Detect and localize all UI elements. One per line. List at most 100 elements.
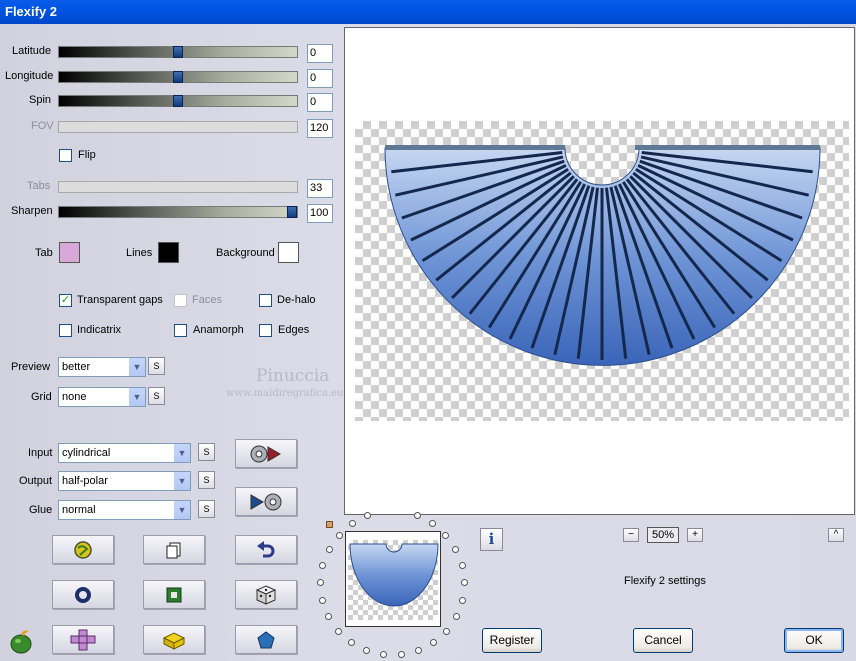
zoom-in-button[interactable]: + [687, 528, 703, 542]
orbit-dot[interactable] [317, 579, 324, 587]
dialog-body: Latitude 0 Longitude 0 Spin 0 FOV 120 Fl… [0, 24, 856, 661]
longitude-slider[interactable] [58, 71, 298, 83]
orbit-dot[interactable] [364, 512, 372, 520]
thumbnail-preview[interactable] [345, 531, 441, 627]
preview-label: Preview [11, 361, 51, 373]
indicatrix-checkbox[interactable] [59, 324, 72, 337]
lines-color-swatch[interactable] [158, 242, 179, 263]
glue-select[interactable]: normal ▼ [58, 500, 191, 520]
spin-thumb[interactable] [173, 95, 183, 107]
brick-button[interactable] [143, 625, 205, 654]
cross-net-button[interactable] [52, 625, 114, 654]
longitude-input[interactable]: 0 [307, 69, 333, 88]
orbit-dot[interactable] [380, 651, 388, 659]
preview-canvas[interactable] [344, 27, 855, 515]
orbit-dot[interactable] [442, 531, 450, 539]
spin-input[interactable]: 0 [307, 93, 333, 112]
longitude-thumb[interactable] [173, 71, 183, 83]
faces-label: Faces [192, 294, 222, 306]
register-button[interactable]: Register [482, 628, 542, 653]
orbit-dot[interactable] [335, 531, 343, 539]
cancel-button[interactable]: Cancel [633, 628, 693, 653]
orbit-dot[interactable] [325, 613, 333, 621]
grid-select[interactable]: none ▼ [58, 387, 146, 407]
orbit-dot[interactable] [325, 545, 333, 553]
output-select[interactable]: half-polar ▼ [58, 471, 191, 491]
copy-button[interactable] [143, 535, 205, 564]
tabs-slider [58, 181, 298, 193]
input-s-button[interactable]: S [198, 443, 215, 461]
flip-checkbox[interactable] [59, 149, 72, 162]
sharpen-input[interactable]: 100 [307, 204, 333, 223]
ok-button[interactable]: OK [784, 628, 844, 653]
preview-select[interactable]: better ▼ [58, 357, 146, 377]
undo-icon [257, 540, 275, 557]
orbit-dot[interactable] [397, 651, 405, 659]
pentagon-button[interactable] [235, 625, 297, 654]
undo-button[interactable] [235, 535, 297, 564]
grid-s-button[interactable]: S [148, 387, 165, 405]
fov-input[interactable]: 120 [307, 119, 333, 138]
chevron-down-icon[interactable]: ▼ [173, 444, 190, 462]
orbit-dot[interactable] [318, 596, 326, 604]
orbit-dot[interactable] [347, 639, 355, 647]
orbit-dot[interactable] [443, 627, 451, 635]
orbit-dot[interactable] [319, 562, 327, 570]
orbit-dot[interactable] [460, 579, 468, 587]
tabs-input[interactable]: 33 [307, 179, 333, 198]
chevron-down-icon[interactable]: ▼ [173, 501, 190, 519]
ring-button[interactable] [52, 580, 114, 609]
grid-select-value: none [62, 391, 87, 403]
anamorph-checkbox[interactable] [174, 324, 187, 337]
glue-label: Glue [29, 504, 53, 516]
orbit-handle[interactable] [326, 521, 333, 528]
spin-slider[interactable] [58, 95, 298, 107]
title-bar[interactable]: Flexify 2 [0, 0, 856, 24]
orbit-dot[interactable] [363, 647, 371, 655]
randomize-globe-button[interactable] [52, 535, 114, 564]
sharpen-slider[interactable] [58, 206, 298, 218]
orbit-dot[interactable] [413, 512, 421, 520]
edges-label: Edges [278, 324, 310, 336]
orbit-dot[interactable] [429, 520, 437, 528]
info-button[interactable]: i [480, 528, 503, 551]
orbit-dot[interactable] [348, 520, 356, 528]
transparent-gaps-label: Transparent gaps [77, 294, 163, 306]
sharpen-thumb[interactable] [287, 206, 297, 218]
longitude-label: Longitude [5, 70, 54, 82]
orbit-dot[interactable] [430, 639, 438, 647]
edges-checkbox[interactable] [259, 324, 272, 337]
chevron-down-icon[interactable]: ▼ [173, 472, 190, 490]
frame-button[interactable] [143, 580, 205, 609]
latitude-slider[interactable] [58, 46, 298, 58]
transparent-gaps-checkbox[interactable]: ✓ [59, 294, 72, 307]
dice-button[interactable] [235, 580, 297, 609]
fov-slider [58, 121, 298, 133]
zoom-out-button[interactable]: − [623, 528, 639, 542]
window-title: Flexify 2 [5, 4, 58, 19]
orbit-dot[interactable] [459, 596, 466, 604]
latitude-thumb[interactable] [173, 46, 183, 58]
anamorph-label: Anamorph [193, 324, 244, 336]
tab-color-swatch[interactable] [59, 242, 80, 263]
chevron-down-icon[interactable]: ▼ [128, 388, 145, 406]
expand-button[interactable]: ^ [828, 528, 844, 542]
input-select[interactable]: cylindrical ▼ [58, 443, 191, 463]
flaming-pear-logo-icon [10, 630, 32, 654]
orbit-dot[interactable] [414, 647, 422, 655]
swap-input-button[interactable] [235, 439, 297, 468]
chevron-down-icon[interactable]: ▼ [128, 358, 145, 376]
latitude-label: Latitude [12, 45, 52, 57]
latitude-input[interactable]: 0 [307, 44, 333, 63]
watermark-site: www.maidiregrafica.eu [226, 388, 344, 399]
background-color-swatch[interactable] [278, 242, 299, 263]
orbit-dot[interactable] [452, 613, 460, 621]
swap-output-button[interactable] [235, 487, 297, 516]
output-s-button[interactable]: S [198, 471, 215, 489]
de-halo-checkbox[interactable] [259, 294, 272, 307]
orbit-dot[interactable] [334, 627, 342, 635]
glue-s-button[interactable]: S [198, 500, 215, 518]
orbit-dot[interactable] [458, 562, 466, 570]
preview-s-button[interactable]: S [148, 357, 165, 375]
orbit-dot[interactable] [452, 545, 460, 553]
